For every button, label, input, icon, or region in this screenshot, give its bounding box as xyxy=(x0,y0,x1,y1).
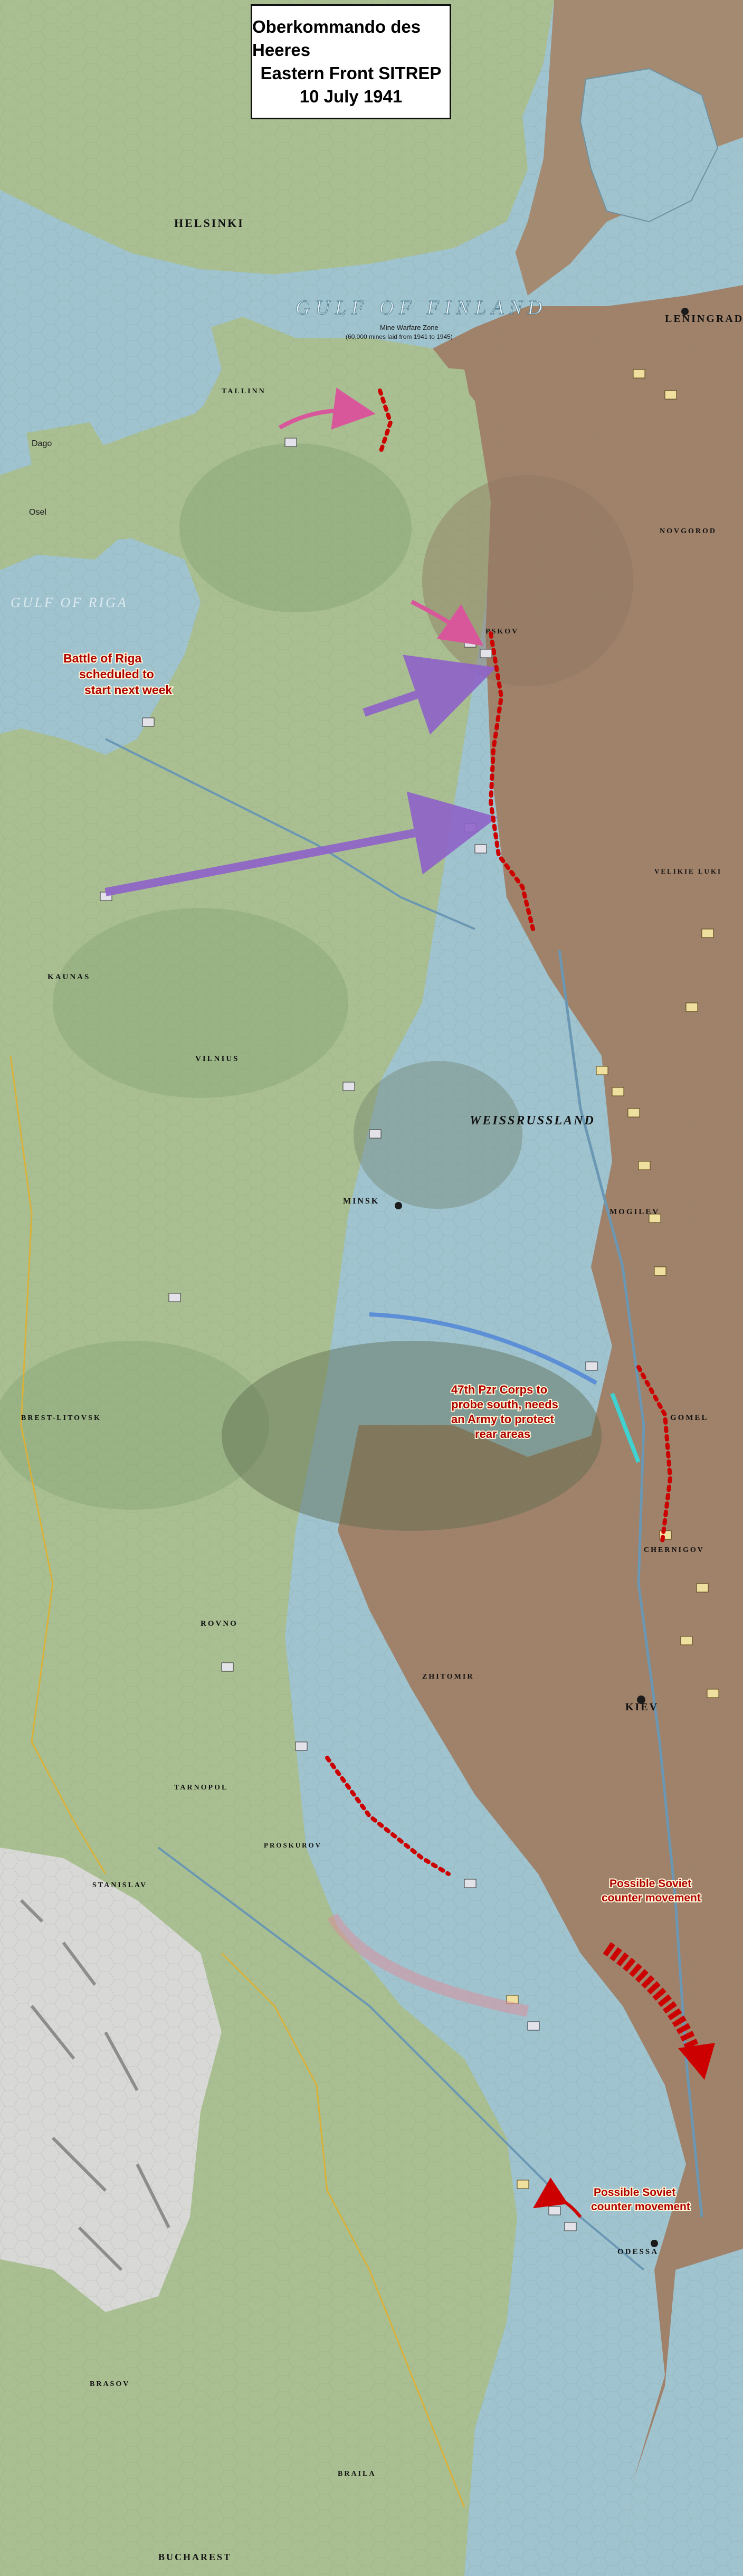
axis-unit-counter[interactable] xyxy=(585,1361,598,1371)
city-zhitomir[interactable]: ZHITOMIR xyxy=(422,1673,474,1681)
mine-zone-sublabel: (60,000 mines laid from 1941 to 1945) xyxy=(346,333,453,340)
city-marker xyxy=(651,2240,658,2247)
panzer-note-line: 47th Pzr Corps to xyxy=(451,1383,547,1396)
title-line-3: 10 July 1941 xyxy=(299,87,403,106)
city-braila[interactable]: BRAILA xyxy=(338,2470,376,2478)
city-marker xyxy=(395,1202,402,1209)
axis-unit-counter[interactable] xyxy=(342,1082,355,1091)
city-minsk[interactable]: MINSK xyxy=(343,1197,379,1206)
soviet-unit-counter[interactable] xyxy=(638,1161,651,1170)
city-vilnius[interactable]: VILNIUS xyxy=(195,1055,240,1063)
gulf-of-riga-label: GULF OF RIGA xyxy=(11,595,128,610)
soviet-note-line: counter movement xyxy=(602,1892,701,1904)
city-dago[interactable]: Dago xyxy=(32,439,52,448)
axis-unit-counter[interactable] xyxy=(142,717,155,727)
soviet-unit-counter[interactable] xyxy=(680,1636,693,1645)
axis-unit-counter[interactable] xyxy=(168,1293,181,1302)
city-marker xyxy=(637,1696,645,1704)
title-line-1: Oberkommando des Heeres xyxy=(252,17,421,60)
axis-unit-counter[interactable] xyxy=(527,2021,540,2031)
soviet-unit-counter[interactable] xyxy=(627,1108,640,1117)
axis-unit-counter[interactable] xyxy=(284,438,297,447)
panzer-note-line: probe south, needs xyxy=(451,1398,558,1411)
soviet-unit-counter[interactable] xyxy=(596,1066,608,1075)
soviet-unit-counter[interactable] xyxy=(701,929,714,938)
mine-zone-label: Mine Warfare Zone xyxy=(380,324,439,332)
city-novgorod[interactable]: NOVGOROD xyxy=(660,527,717,535)
city-leningrad[interactable]: LENINGRAD xyxy=(665,313,743,325)
city-pskov[interactable]: PSKOV xyxy=(485,628,519,636)
panzer-note-line: rear areas xyxy=(475,1427,530,1441)
riga-note-line: start next week xyxy=(84,683,172,697)
axis-unit-counter[interactable] xyxy=(221,1662,234,1672)
city-mogilev[interactable]: MOGILEV xyxy=(609,1208,660,1216)
city-kaunas[interactable]: KAUNAS xyxy=(47,973,90,981)
title-box: Oberkommando des Heeres Eastern Front SI… xyxy=(251,4,451,119)
soviet-note-line: Possible Soviet xyxy=(609,1878,691,1890)
panzer-note-line: an Army to protect xyxy=(451,1413,554,1426)
soviet-unit-counter[interactable] xyxy=(696,1583,709,1593)
axis-unit-counter[interactable] xyxy=(464,823,477,832)
soviet-unit-counter[interactable] xyxy=(612,1087,624,1096)
soviet-unit-counter[interactable] xyxy=(707,1689,719,1698)
city-tallinn[interactable]: TALLINN xyxy=(222,387,266,395)
city-odessa[interactable]: ODESSA xyxy=(617,2248,659,2256)
weissrussland-label: WEISSRUSSLAND xyxy=(470,1114,595,1128)
axis-unit-counter[interactable] xyxy=(474,844,487,854)
axis-unit-counter[interactable] xyxy=(548,2206,561,2215)
city-osel[interactable]: Osel xyxy=(29,508,46,517)
city-rovno[interactable]: ROVNO xyxy=(201,1620,238,1628)
axis-unit-counter[interactable] xyxy=(369,1129,382,1139)
riga-note-line: scheduled to xyxy=(79,667,154,681)
city-tarnopol[interactable]: TARNOPOL xyxy=(174,1784,228,1792)
city-brasov[interactable]: BRASOV xyxy=(90,2380,130,2388)
axis-unit-counter[interactable] xyxy=(464,638,477,648)
soviet-note-line: counter movement xyxy=(591,2201,690,2213)
soviet-note-line: Possible Soviet xyxy=(594,2186,675,2199)
axis-unit-counter[interactable] xyxy=(295,1741,308,1751)
riga-note-line: Battle of Riga xyxy=(63,651,141,665)
city-proskurov[interactable]: PROSKUROV xyxy=(264,1841,322,1849)
axis-unit-counter[interactable] xyxy=(564,2222,577,2231)
title-line-2: Eastern Front SITREP xyxy=(260,63,442,83)
city-brest[interactable]: BREST-LITOVSK xyxy=(21,1414,101,1422)
axis-unit-counter[interactable] xyxy=(464,1879,477,1888)
city-gomel[interactable]: GOMEL xyxy=(670,1414,709,1422)
soviet-unit-counter[interactable] xyxy=(517,2180,529,2189)
city-bucharest[interactable]: BUCHAREST xyxy=(158,2552,232,2562)
city-helsinki[interactable]: HELSINKI xyxy=(174,216,244,230)
city-velikie-luki[interactable]: VELIKIE LUKI xyxy=(654,867,722,875)
city-chernigov[interactable]: CHERNIGOV xyxy=(644,1546,704,1554)
soviet-unit-counter[interactable] xyxy=(685,1002,698,1012)
soviet-unit-counter[interactable] xyxy=(633,369,645,378)
city-marker xyxy=(681,308,689,315)
axis-unit-counter[interactable] xyxy=(480,649,492,658)
city-stanislav[interactable]: STANISLAV xyxy=(92,1881,147,1889)
gulf-of-finland-label: GULF OF FINLAND xyxy=(296,297,547,319)
soviet-unit-counter[interactable] xyxy=(654,1266,666,1276)
soviet-unit-counter[interactable] xyxy=(664,390,677,400)
operational-map: GULF OF FINLAND GULF OF RIGA Mine Warfar… xyxy=(0,0,743,2576)
